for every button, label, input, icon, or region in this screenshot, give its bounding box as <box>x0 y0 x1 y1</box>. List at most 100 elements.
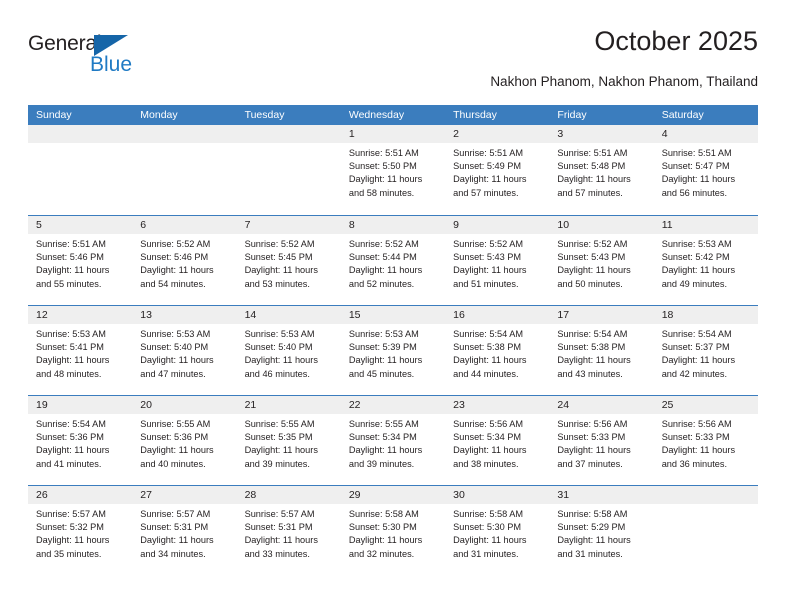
day-number: 12 <box>28 306 133 324</box>
day-details: Sunrise: 5:53 AM Sunset: 5:41 PM Daylight:… <box>28 324 132 381</box>
day-cell-11[interactable]: 11 Sunrise: 5:53 AM Sunset: 5:42 PM Dayligh… <box>653 216 758 305</box>
day-number: 16 <box>445 306 550 324</box>
day-cell-1[interactable]: 1 Sunrise: 5:51 AM Sunset: 5:50 PM Daylight… <box>340 125 446 215</box>
day-cell-3[interactable]: 3 Sunrise: 5:51 AM Sunset: 5:48 PM Daylight… <box>549 125 654 215</box>
day-detail-line: Daylight: 11 hours <box>453 174 527 185</box>
day-detail-line: Sunset: 5:38 PM <box>453 342 522 353</box>
day-detail-line: Sunrise: 5:55 AM <box>244 419 315 429</box>
day-cell-6[interactable]: 6 Sunrise: 5:52 AM Sunset: 5:46 PM Daylight… <box>132 216 237 305</box>
day-details: Sunrise: 5:57 AM Sunset: 5:32 PM Daylight:… <box>28 504 132 561</box>
day-cell-28[interactable]: 28 Sunrise: 5:57 AM Sunset: 5:31 PM Dayligh… <box>236 486 341 575</box>
calendar-week-row: 5 Sunrise: 5:51 AM Sunset: 5:46 PM Daylight… <box>28 215 758 305</box>
day-details: Sunrise: 5:52 AM Sunset: 5:46 PM Daylight:… <box>132 234 236 291</box>
day-detail-line: Sunset: 5:45 PM <box>244 252 313 263</box>
day-number: 10 <box>549 216 654 234</box>
day-detail-line: Sunset: 5:30 PM <box>453 522 522 533</box>
day-cell-24[interactable]: 24 Sunrise: 5:56 AM Sunset: 5:33 PM Dayligh… <box>549 396 654 485</box>
day-number <box>132 125 237 143</box>
day-number: 14 <box>236 306 341 324</box>
day-cell-15[interactable]: 15 Sunrise: 5:53 AM Sunset: 5:39 PM Dayligh… <box>340 306 446 395</box>
day-number: 20 <box>132 396 237 414</box>
day-detail-line: Sunrise: 5:52 AM <box>244 239 315 249</box>
day-cell-30[interactable]: 30 Sunrise: 5:58 AM Sunset: 5:30 PM Dayligh… <box>445 486 550 575</box>
day-detail-line: Sunset: 5:44 PM <box>348 252 417 263</box>
day-details: Sunrise: 5:55 AM Sunset: 5:35 PM Daylight:… <box>237 414 341 471</box>
day-cell-13[interactable]: 13 Sunrise: 5:53 AM Sunset: 5:40 PM Dayligh… <box>132 306 237 395</box>
day-cell-22[interactable]: 22 Sunrise: 5:55 AM Sunset: 5:34 PM Dayligh… <box>340 396 446 485</box>
day-number: 30 <box>445 486 550 504</box>
day-details: Sunrise: 5:56 AM Sunset: 5:33 PM Daylight:… <box>549 414 653 471</box>
day-detail-line: Sunrise: 5:55 AM <box>348 419 419 429</box>
day-cell-14[interactable]: 14 Sunrise: 5:53 AM Sunset: 5:40 PM Dayligh… <box>236 306 341 395</box>
day-details <box>654 504 758 508</box>
day-details: Sunrise: 5:56 AM Sunset: 5:33 PM Daylight:… <box>654 414 758 471</box>
day-cell-31[interactable]: 31 Sunrise: 5:58 AM Sunset: 5:29 PM Dayligh… <box>549 486 654 575</box>
day-detail-line: Sunrise: 5:53 AM <box>244 329 315 339</box>
day-detail-line: Sunset: 5:30 PM <box>348 522 417 533</box>
day-detail-line: Daylight: 11 hours <box>661 174 736 185</box>
day-detail-line: Sunset: 5:41 PM <box>36 342 104 353</box>
day-cell-12[interactable]: 12 Sunrise: 5:53 AM Sunset: 5:41 PM Dayligh… <box>28 306 133 395</box>
day-cell-23[interactable]: 23 Sunrise: 5:56 AM Sunset: 5:34 PM Dayligh… <box>445 396 550 485</box>
day-detail-line: Sunrise: 5:56 AM <box>661 419 732 429</box>
day-details <box>28 143 132 147</box>
day-detail-line: Daylight: 11 hours <box>348 445 423 456</box>
day-number: 11 <box>653 216 758 234</box>
day-cell-8[interactable]: 8 Sunrise: 5:52 AM Sunset: 5:44 PM Daylight… <box>340 216 446 305</box>
day-detail-line: Daylight: 11 hours <box>661 265 736 276</box>
day-detail-line: and 37 minutes. <box>557 458 623 469</box>
day-cell-19[interactable]: 19 Sunrise: 5:54 AM Sunset: 5:36 PM Dayligh… <box>28 396 133 485</box>
day-detail-line: and 57 minutes. <box>557 187 623 198</box>
day-detail-line: Sunrise: 5:52 AM <box>557 239 628 249</box>
day-cell-17[interactable]: 17 Sunrise: 5:54 AM Sunset: 5:38 PM Dayligh… <box>549 306 654 395</box>
day-number: 15 <box>340 306 446 324</box>
day-number: 1 <box>340 125 446 143</box>
day-details: Sunrise: 5:54 AM Sunset: 5:36 PM Daylight:… <box>28 414 132 471</box>
weekday-header-monday: Monday <box>140 109 178 121</box>
day-number: 23 <box>445 396 550 414</box>
day-detail-line: Sunset: 5:40 PM <box>140 342 209 353</box>
day-detail-line: Daylight: 11 hours <box>140 355 214 366</box>
day-number: 29 <box>340 486 446 504</box>
day-detail-line: Daylight: 11 hours <box>453 535 527 546</box>
day-cell-2[interactable]: 2 Sunrise: 5:51 AM Sunset: 5:49 PM Daylight… <box>445 125 550 215</box>
day-cell-25[interactable]: 25 Sunrise: 5:56 AM Sunset: 5:33 PM Dayligh… <box>653 396 758 485</box>
day-number <box>236 125 341 143</box>
day-cell-16[interactable]: 16 Sunrise: 5:54 AM Sunset: 5:38 PM Dayligh… <box>445 306 550 395</box>
day-detail-line: Daylight: 11 hours <box>557 355 631 366</box>
day-detail-line: and 49 minutes. <box>661 278 728 289</box>
day-detail-line: and 39 minutes. <box>244 458 310 469</box>
day-cell-27[interactable]: 27 Sunrise: 5:57 AM Sunset: 5:31 PM Dayligh… <box>132 486 237 575</box>
day-detail-line: Daylight: 11 hours <box>661 445 736 456</box>
day-detail-line: Daylight: 11 hours <box>661 355 736 366</box>
day-cell-26[interactable]: 26 Sunrise: 5:57 AM Sunset: 5:32 PM Dayligh… <box>28 486 133 575</box>
day-number: 26 <box>28 486 133 504</box>
day-cell-9[interactable]: 9 Sunrise: 5:52 AM Sunset: 5:43 PM Daylight… <box>445 216 550 305</box>
weekday-header-wednesday: Wednesday <box>348 109 405 121</box>
day-number: 19 <box>28 396 133 414</box>
calendar-weeks: 1 Sunrise: 5:51 AM Sunset: 5:50 PM Daylight… <box>28 125 758 575</box>
general-blue-logo[interactable]: General Blue <box>28 32 168 88</box>
day-cell-29[interactable]: 29 Sunrise: 5:58 AM Sunset: 5:30 PM Dayligh… <box>340 486 446 575</box>
day-cell-18[interactable]: 18 Sunrise: 5:54 AM Sunset: 5:37 PM Dayligh… <box>653 306 758 395</box>
day-cell-20[interactable]: 20 Sunrise: 5:55 AM Sunset: 5:36 PM Dayligh… <box>132 396 237 485</box>
day-detail-line: Sunrise: 5:56 AM <box>453 419 524 429</box>
day-cell-21[interactable]: 21 Sunrise: 5:55 AM Sunset: 5:35 PM Dayligh… <box>236 396 341 485</box>
day-cell-7[interactable]: 7 Sunrise: 5:52 AM Sunset: 5:45 PM Daylight… <box>236 216 341 305</box>
day-detail-line: Sunrise: 5:51 AM <box>348 148 419 158</box>
weekday-header-saturday: Saturday <box>661 109 704 121</box>
day-detail-line: Daylight: 11 hours <box>557 445 631 456</box>
day-detail-line: Sunset: 5:40 PM <box>244 342 313 353</box>
day-detail-line: Sunset: 5:43 PM <box>453 252 522 263</box>
day-detail-line: and 48 minutes. <box>36 368 102 379</box>
day-detail-line: and 33 minutes. <box>244 548 310 559</box>
day-details: Sunrise: 5:52 AM Sunset: 5:43 PM Daylight:… <box>445 234 549 291</box>
day-cell-10[interactable]: 10 Sunrise: 5:52 AM Sunset: 5:43 PM Dayligh… <box>549 216 654 305</box>
day-number: 17 <box>549 306 654 324</box>
day-details: Sunrise: 5:53 AM Sunset: 5:39 PM Daylight:… <box>341 324 445 381</box>
day-details: Sunrise: 5:51 AM Sunset: 5:48 PM Daylight:… <box>549 143 653 200</box>
day-cell-4[interactable]: 4 Sunrise: 5:51 AM Sunset: 5:47 PM Daylight… <box>653 125 758 215</box>
calendar-week-row: 26 Sunrise: 5:57 AM Sunset: 5:32 PM Dayligh… <box>28 485 758 575</box>
day-cell-5[interactable]: 5 Sunrise: 5:51 AM Sunset: 5:46 PM Daylight… <box>28 216 133 305</box>
day-details: Sunrise: 5:54 AM Sunset: 5:38 PM Daylight:… <box>549 324 653 381</box>
